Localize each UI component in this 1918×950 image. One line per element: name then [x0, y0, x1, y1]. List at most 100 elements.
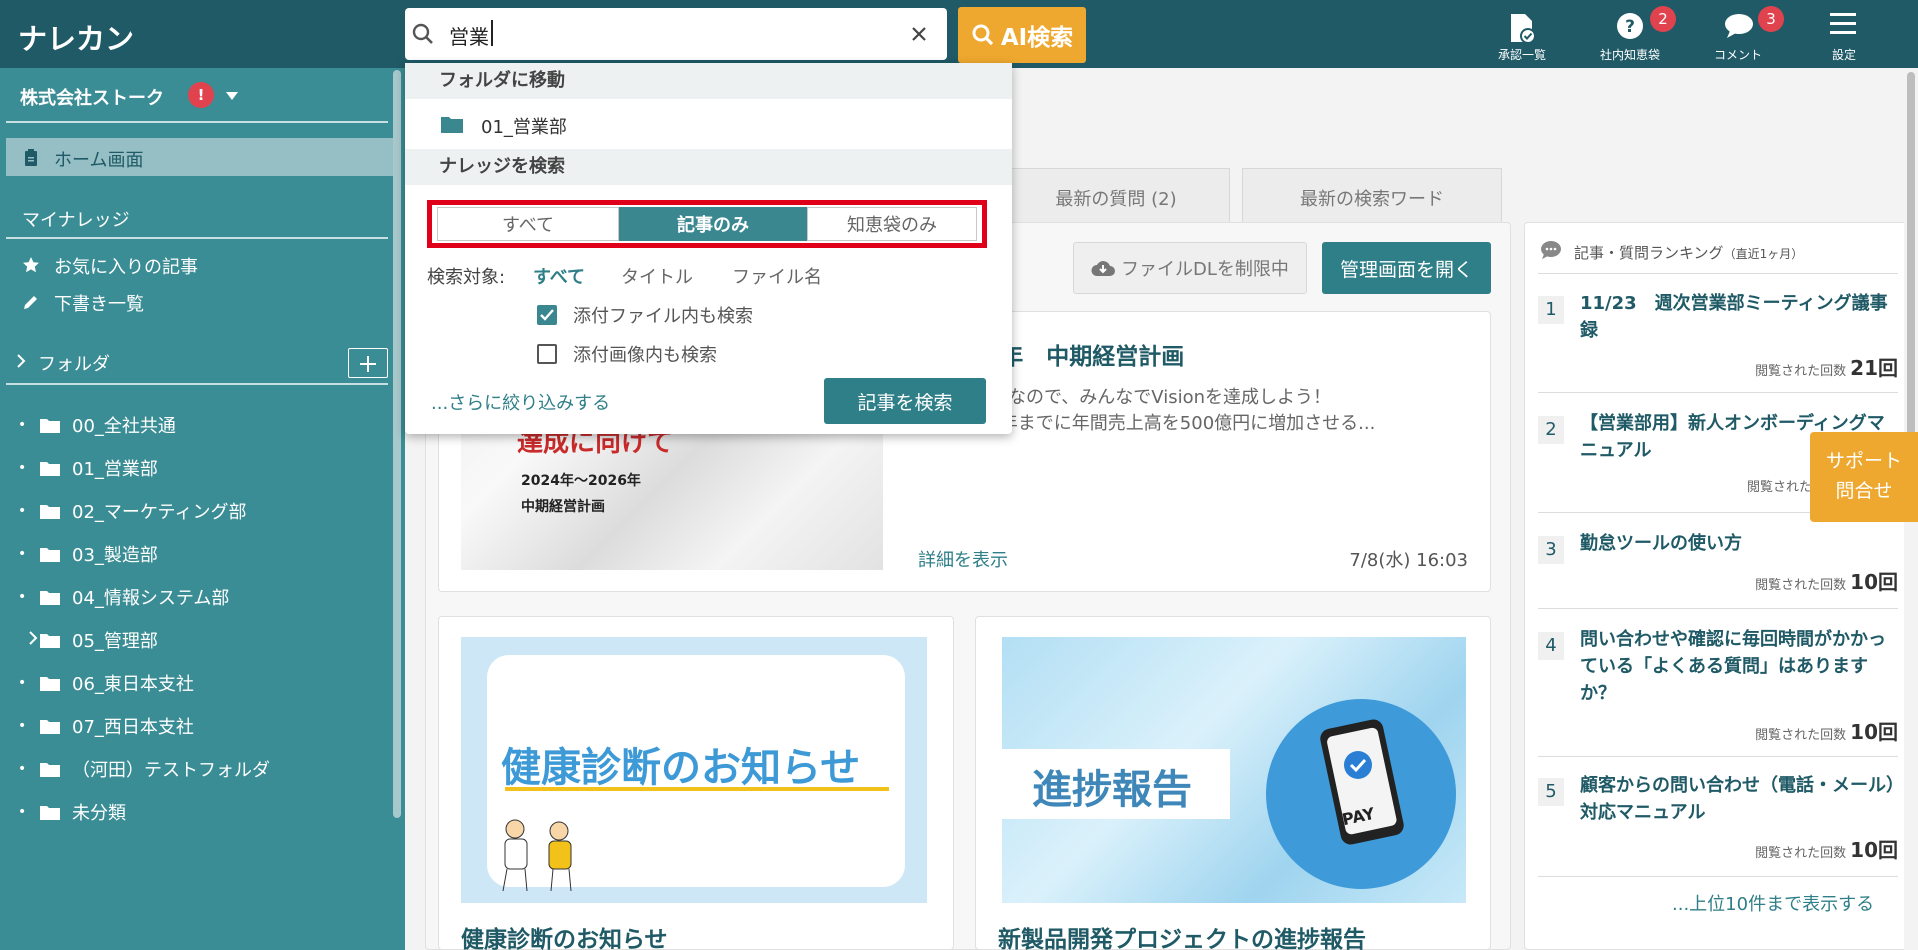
article-card[interactable]: 進捗報告 PAY 新製品開発プロジェクトの進捗報告: [975, 616, 1491, 950]
nav-approval[interactable]: 承認一覧: [1474, 6, 1570, 66]
attachments-checkbox[interactable]: [537, 305, 557, 325]
folder-icon: [40, 419, 60, 433]
top-bar: ナレカン 営業 AI検索 承認一覧 ? 2 社内知恵袋 3 コメント 設定: [0, 0, 1918, 68]
knowledge-search-heading: ナレッジを検索: [405, 149, 1012, 185]
folder-label: 05_管理部: [72, 631, 158, 652]
sidebar-home-label: ホーム画面: [54, 150, 144, 171]
divider: [6, 383, 388, 385]
sidebar: 株式会社ストーク ! ホーム画面 マイナレッジ お気に入りの記事 下書き一覧 フ…: [0, 68, 405, 950]
images-label: 添付画像内も検索: [573, 345, 717, 366]
chevron-down-icon[interactable]: [225, 91, 239, 101]
card-title[interactable]: 新製品開発プロジェクトの進捗報告: [998, 920, 1366, 950]
rank-number: 1: [1538, 296, 1564, 324]
folder-icon: [40, 548, 60, 562]
add-folder-button[interactable]: [348, 348, 388, 378]
search-icon: [972, 24, 993, 46]
folder-icon: [40, 806, 60, 820]
hamburger-icon: [1830, 13, 1856, 34]
folder-item[interactable]: • （河田）テストフォルダ: [18, 756, 270, 782]
card-title[interactable]: 健康診断のお知らせ: [461, 920, 668, 950]
divider: [1538, 273, 1898, 274]
rank-title[interactable]: 勤怠ツールの使い方: [1580, 530, 1898, 557]
chevron-right-icon[interactable]: [16, 354, 26, 368]
views-label: 閲覧された回数: [1755, 364, 1847, 379]
divider: [6, 121, 388, 123]
folder-item[interactable]: • 07_西日本支社: [18, 713, 194, 739]
company-switcher[interactable]: 株式会社ストーク: [20, 84, 164, 110]
folder-label: 04_情報システム部: [72, 588, 230, 609]
question-circle-icon: ?: [1617, 13, 1643, 39]
ai-search-button[interactable]: AI検索: [958, 7, 1086, 63]
folder-item[interactable]: • 00_全社共通: [18, 412, 176, 438]
comment-icon: [1725, 14, 1753, 38]
images-checkbox[interactable]: [537, 344, 557, 364]
rank-title[interactable]: 11/23 週次営業部ミーティング議事録: [1580, 290, 1898, 344]
refine-link[interactable]: ...さらに絞り込みする: [431, 389, 610, 415]
nav-chiebukuro[interactable]: ? 2 社内知恵袋: [1582, 6, 1678, 66]
rank-title[interactable]: 問い合わせや確認に毎回時間がかかっている「よくある質問」はありますか？: [1580, 626, 1898, 707]
support-button[interactable]: サポート 問合せ: [1810, 432, 1918, 522]
ranking-more-link[interactable]: ...上位10件まで表示する: [1672, 890, 1874, 916]
segment-chiebukuro[interactable]: 知恵袋のみ: [807, 207, 977, 241]
support-line2: 問合せ: [1835, 480, 1893, 502]
search-input[interactable]: 営業: [449, 21, 489, 50]
ranking-item[interactable]: 3 勤怠ツールの使い方 閲覧された回数 10回: [1538, 530, 1898, 600]
folder-item[interactable]: • 04_情報システム部: [18, 584, 229, 610]
sidebar-item-home[interactable]: ホーム画面: [6, 138, 393, 176]
plus-icon: [360, 356, 376, 372]
download-limit-button[interactable]: ファイルDLを制限中: [1073, 242, 1307, 294]
views-label: 閲覧された回数: [1755, 846, 1847, 861]
clear-icon[interactable]: [911, 26, 927, 42]
ranking-item[interactable]: 5 顧客からの問い合わせ（電話・メール）対応マニュアル 閲覧された回数 10回: [1538, 772, 1898, 862]
divider: [1538, 756, 1898, 757]
folder-label: 未分類: [72, 803, 126, 824]
target-filename[interactable]: ファイル名: [732, 263, 822, 289]
featured-date: 7/8(水) 16:03: [1349, 550, 1468, 571]
comment-badge: 3: [1758, 6, 1784, 32]
clipboard-icon: [25, 149, 37, 166]
folder-heading: フォルダ: [38, 354, 110, 375]
folder-item[interactable]: 05_管理部: [18, 627, 158, 653]
app-logo[interactable]: ナレカン: [18, 16, 134, 58]
search-articles-button[interactable]: 記事を検索: [824, 378, 986, 424]
nav-settings[interactable]: 設定: [1796, 6, 1892, 66]
rank-title[interactable]: 顧客からの問い合わせ（電話・メール）対応マニュアル: [1580, 772, 1898, 826]
folder-icon: [40, 763, 60, 777]
sidebar-item-favorites[interactable]: お気に入りの記事: [22, 251, 382, 281]
segment-articles[interactable]: 記事のみ: [619, 207, 807, 241]
target-title[interactable]: タイトル: [621, 263, 693, 289]
tab-latest-search-words[interactable]: 最新の検索ワード: [1242, 168, 1502, 226]
folder-item[interactable]: • 06_東日本支社: [18, 670, 194, 696]
article-card[interactable]: 健康診断のお知らせ 健康診断のお知らせ: [438, 616, 954, 950]
card-thumbnail: 健康診断のお知らせ: [461, 637, 927, 903]
nav-settings-label: 設定: [1831, 48, 1856, 62]
folder-item[interactable]: • 01_営業部: [18, 455, 158, 481]
admin-open-button[interactable]: 管理画面を開く: [1322, 242, 1491, 294]
rank-number: 2: [1538, 416, 1564, 444]
sidebar-item-drafts[interactable]: 下書き一覧: [22, 288, 382, 318]
rank-number: 3: [1538, 536, 1564, 564]
folder-item[interactable]: • 03_製造部: [18, 541, 158, 567]
folder-label: 06_東日本支社: [72, 674, 194, 695]
folder-item[interactable]: • 02_マーケティング部: [18, 498, 246, 524]
sidebar-scrollbar[interactable]: [393, 70, 401, 818]
doctor-patient-illustration: [502, 819, 572, 892]
text-cursor: [491, 20, 493, 46]
ranking-item[interactable]: 4 問い合わせや確認に毎回時間がかかっている「よくある質問」はありますか？ 閲覧…: [1538, 626, 1898, 746]
detail-link[interactable]: 詳細を表示: [918, 546, 1008, 572]
folder-item[interactable]: • 未分類: [18, 799, 126, 825]
chevron-right-icon[interactable]: [28, 631, 38, 645]
folder-icon: [40, 591, 60, 605]
tab-latest-questions[interactable]: 最新の質問 (2): [1002, 168, 1230, 226]
folder-suggestion[interactable]: 01_営業部: [437, 107, 997, 143]
svg-text:?: ?: [1625, 17, 1635, 37]
segment-all[interactable]: すべて: [437, 207, 619, 241]
company-name: 株式会社ストーク: [20, 88, 164, 109]
search-field[interactable]: 営業: [405, 8, 947, 60]
star-icon: [23, 257, 39, 273]
target-all[interactable]: すべて: [533, 263, 585, 289]
ranking-item[interactable]: 1 11/23 週次営業部ミーティング議事録 閲覧された回数 21回: [1538, 290, 1898, 380]
favorites-label: お気に入りの記事: [54, 257, 198, 278]
nav-chiebukuro-label: 社内知恵袋: [1599, 48, 1660, 62]
nav-comment[interactable]: 3 コメント: [1690, 6, 1786, 66]
